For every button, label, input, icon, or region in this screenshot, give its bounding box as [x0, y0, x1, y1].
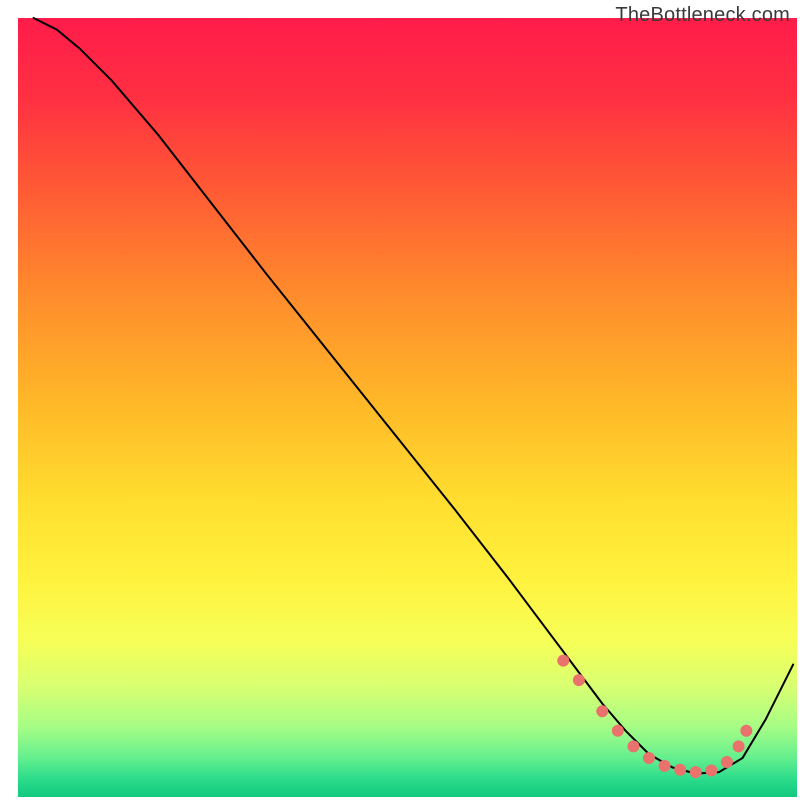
curve-marker: [721, 756, 733, 768]
chart-container: TheBottleneck.com: [0, 0, 800, 800]
curve-marker: [573, 674, 585, 686]
curve-marker: [733, 740, 745, 752]
watermark-text: TheBottleneck.com: [615, 4, 790, 27]
curve-marker: [612, 725, 624, 737]
curve-marker: [740, 725, 752, 737]
curve-marker: [596, 705, 608, 717]
curve-marker: [643, 752, 655, 764]
curve-marker: [674, 764, 686, 776]
chart-svg: [0, 0, 800, 800]
curve-marker: [627, 740, 639, 752]
curve-marker: [659, 760, 671, 772]
plot-background: [18, 18, 797, 797]
curve-marker: [705, 765, 717, 777]
curve-marker: [690, 766, 702, 778]
curve-marker: [557, 655, 569, 667]
